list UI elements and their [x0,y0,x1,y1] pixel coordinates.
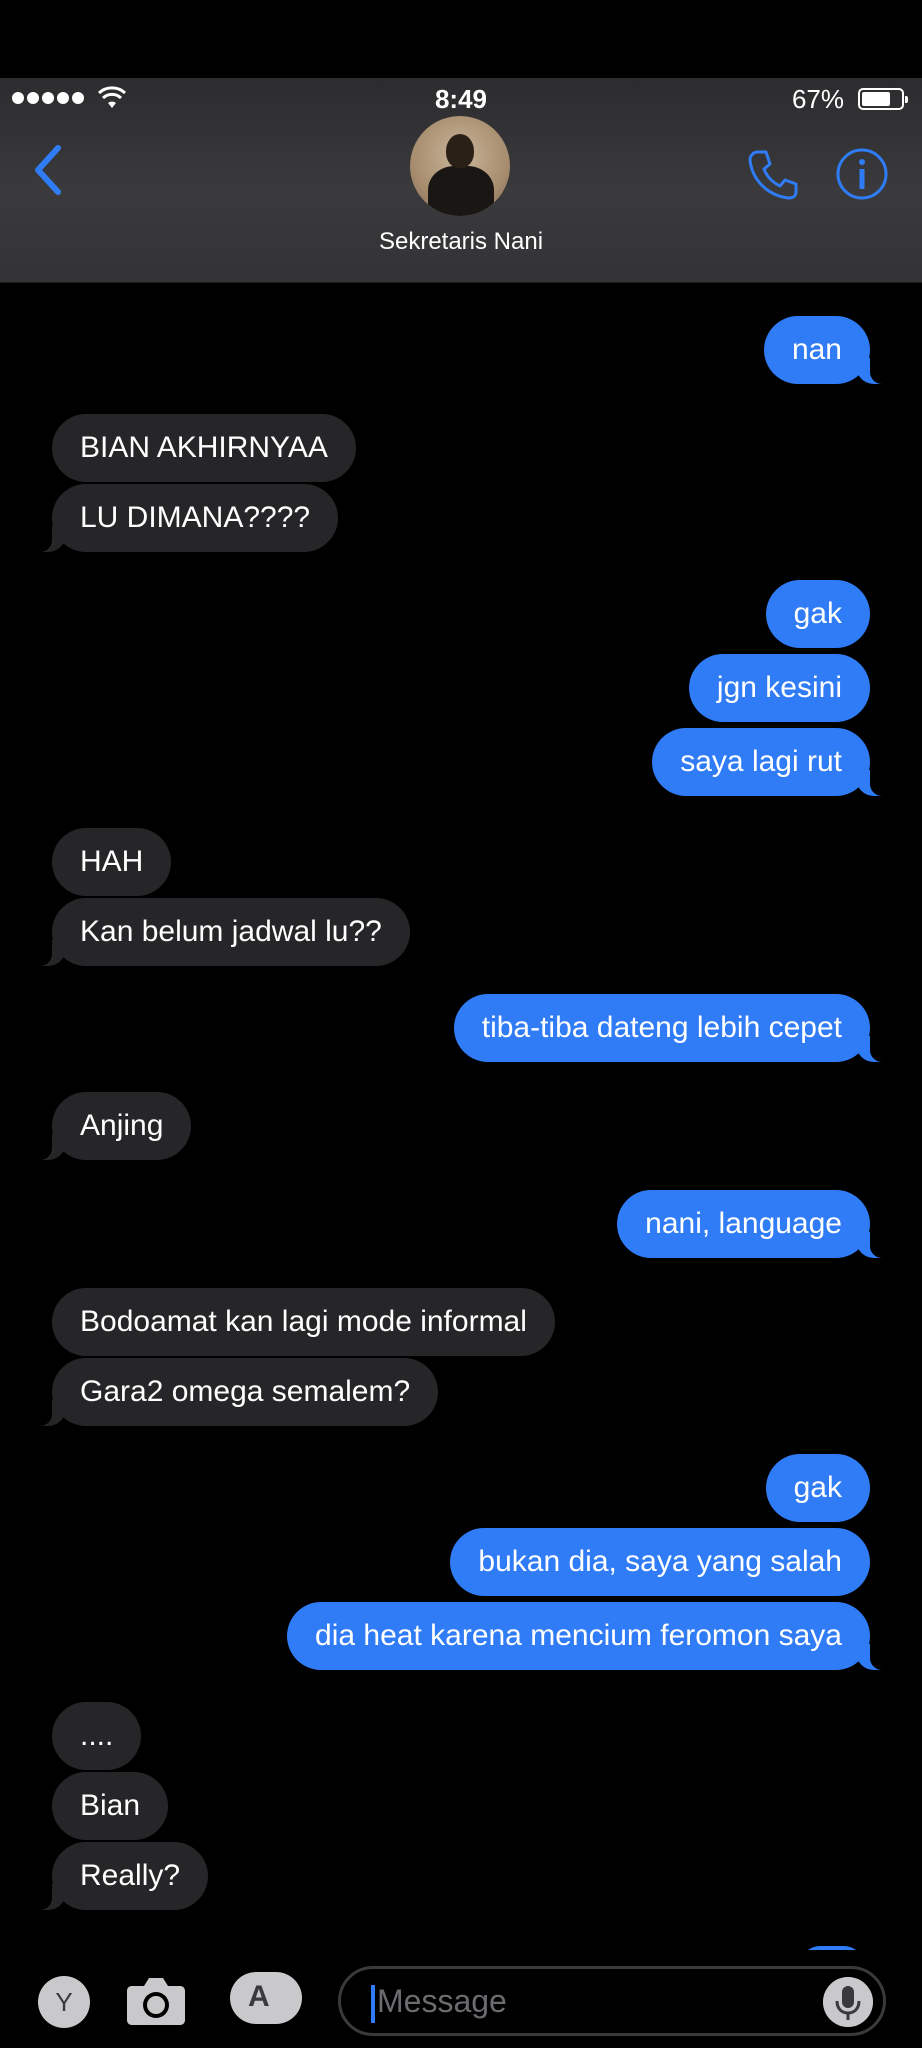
message-incoming[interactable]: Gara2 omega semalem? [29,1358,439,1426]
app-store-icon[interactable]: A [230,1972,302,2024]
contact-avatar[interactable] [410,116,510,216]
status-time: 8:49 [434,84,488,114]
message-outgoing[interactable]: tiba-tiba dateng lebih cepet [453,994,893,1062]
message-input[interactable]: Message [338,1966,886,2036]
message-outgoing[interactable]: gak [765,580,870,648]
message-incoming[interactable]: Kan belum jadwal lu?? [30,898,410,966]
back-chevron-icon[interactable] [28,142,68,198]
info-icon[interactable] [834,146,890,202]
phone-icon[interactable] [744,146,800,202]
text-caret [371,1985,375,2023]
message-outgoing[interactable]: gak [765,1454,870,1522]
message-incoming[interactable]: Really? [29,1842,209,1910]
message-incoming[interactable]: BIAN AKHIRNYAA [52,414,356,482]
message-thread: nan BIAN AKHIRNYAA LU DIMANA???? gak jgn… [0,282,922,1950]
message-outgoing[interactable]: nan [763,316,893,384]
message-incoming[interactable]: LU DIMANA???? [29,484,339,552]
microphone-icon[interactable] [823,1977,873,2027]
message-outgoing[interactable]: dia heat karena mencium feromon saya [287,1602,892,1670]
message-incoming[interactable]: Anjing [29,1092,192,1160]
battery-icon [858,88,908,110]
battery-percentage: 67% [791,84,844,114]
message-outgoing[interactable]: jgn kesini [688,654,870,722]
message-incoming[interactable]: .... [52,1702,142,1770]
app-y-button[interactable]: Y [38,1976,90,2028]
message-outgoing[interactable]: bukan dia, saya yang salah [450,1528,870,1596]
message-incoming[interactable]: Bian [52,1772,169,1840]
contact-name[interactable]: Sekretaris Nani [0,228,922,256]
top-black-bar [0,0,922,78]
message-outgoing[interactable]: saya lagi rut [652,728,892,796]
message-placeholder: Message [377,1983,507,2019]
message-incoming[interactable]: Bodoamat kan lagi mode informal [52,1288,555,1356]
message-outgoing[interactable]: nani, language [617,1190,892,1258]
status-bar: 8:49 67% [0,82,922,118]
message-incoming[interactable]: HAH [52,828,172,896]
camera-icon[interactable] [124,1970,188,2028]
